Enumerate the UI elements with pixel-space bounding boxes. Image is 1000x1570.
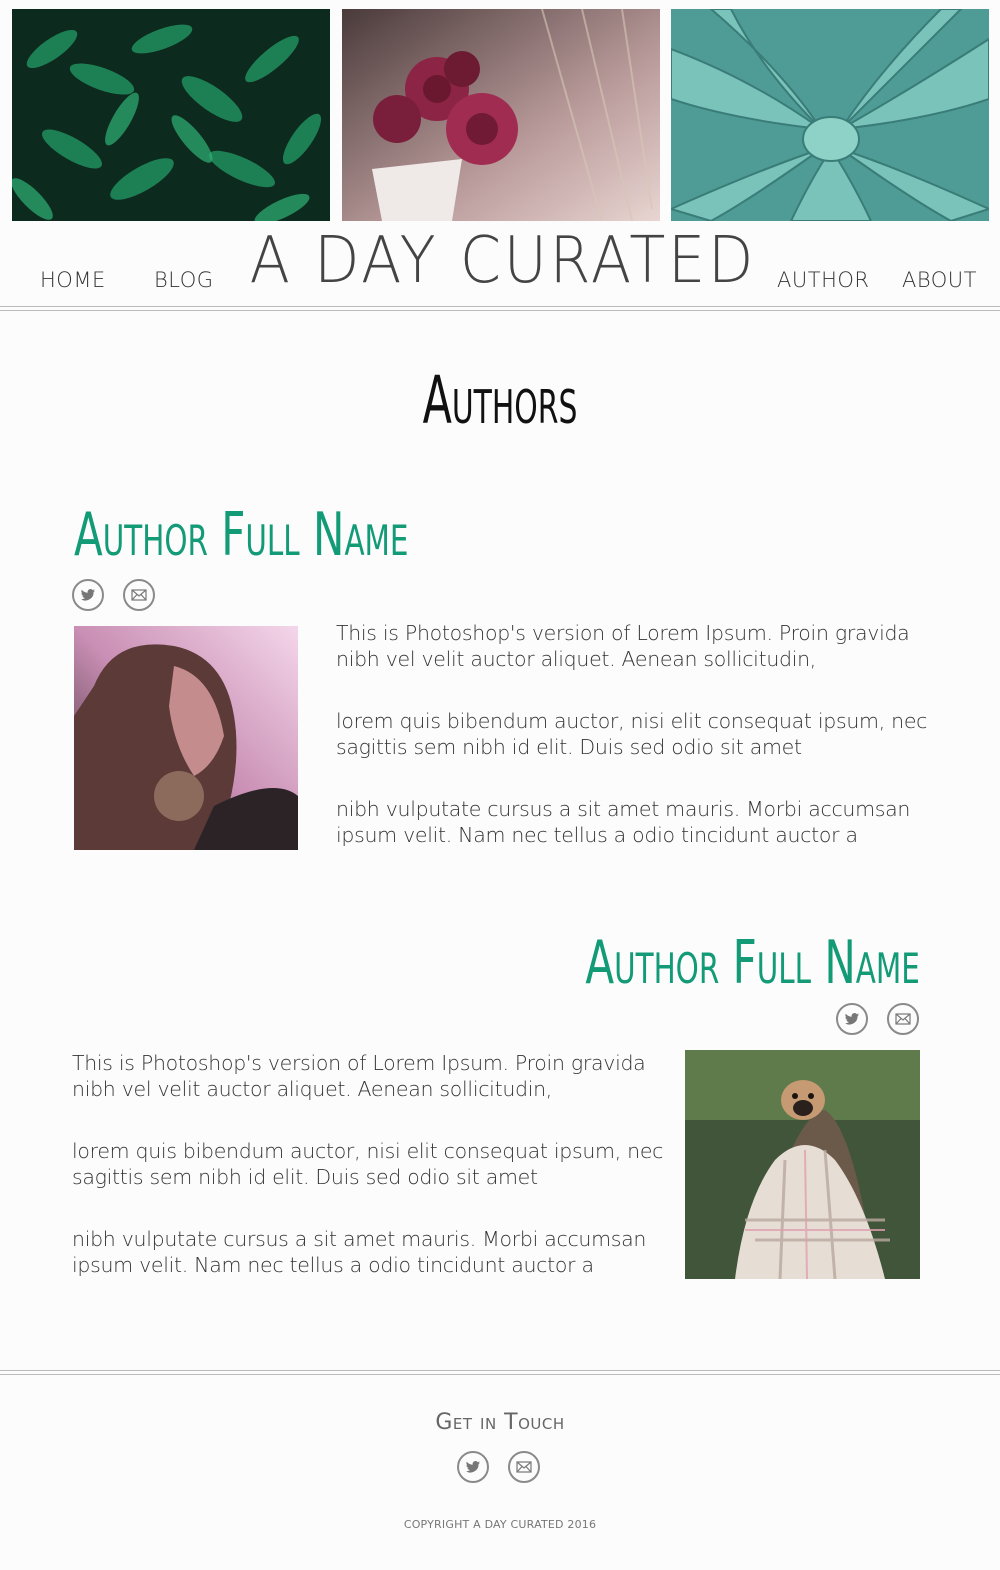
author-bio-paragraph: nibh vulputate cursus a sit amet mauris.… [336, 797, 911, 847]
nav-author-link[interactable]: AUTHOR [777, 268, 869, 292]
pink-roses-photo [342, 9, 660, 221]
email-icon[interactable] [887, 1003, 919, 1035]
email-icon[interactable] [123, 579, 155, 611]
author-portrait-photo [685, 1050, 920, 1279]
site-brand-title[interactable]: A DAY CURATED [250, 224, 754, 298]
succulent-photo [671, 9, 989, 221]
twitter-icon[interactable] [72, 579, 104, 611]
copyright-text: COPYRIGHT A DAY CURATED 2016 [403, 1518, 597, 1531]
header-divider-secondary [0, 310, 1000, 311]
page-title: Authors [422, 362, 578, 439]
twitter-icon[interactable] [836, 1003, 868, 1035]
nav-about-link[interactable]: ABOUT [902, 268, 977, 292]
footer-title: Get in Touch [435, 1410, 565, 1435]
header-divider [0, 306, 1000, 307]
nav-blog-link[interactable]: BLOG [154, 268, 214, 292]
nav-home-link[interactable]: HOME [40, 268, 106, 292]
email-icon[interactable] [508, 1451, 540, 1483]
author-bio-paragraph: lorem quis bibendum auctor, nisi elit co… [72, 1139, 664, 1189]
author-bio-paragraph: This is Photoshop's version of Lorem Ips… [72, 1051, 646, 1101]
author-bio-paragraph: lorem quis bibendum auctor, nisi elit co… [336, 709, 928, 759]
author-bio-paragraph: This is Photoshop's version of Lorem Ips… [336, 621, 910, 671]
author-name: Author Full Name [585, 928, 920, 998]
author-bio-paragraph: nibh vulputate cursus a sit amet mauris.… [72, 1227, 647, 1277]
footer-divider [0, 1370, 1000, 1371]
twitter-icon[interactable] [457, 1451, 489, 1483]
author-portrait-photo [74, 626, 298, 850]
author-name: Author Full Name [74, 500, 409, 570]
green-leaves-photo [12, 9, 330, 221]
footer-divider-secondary [0, 1374, 1000, 1375]
